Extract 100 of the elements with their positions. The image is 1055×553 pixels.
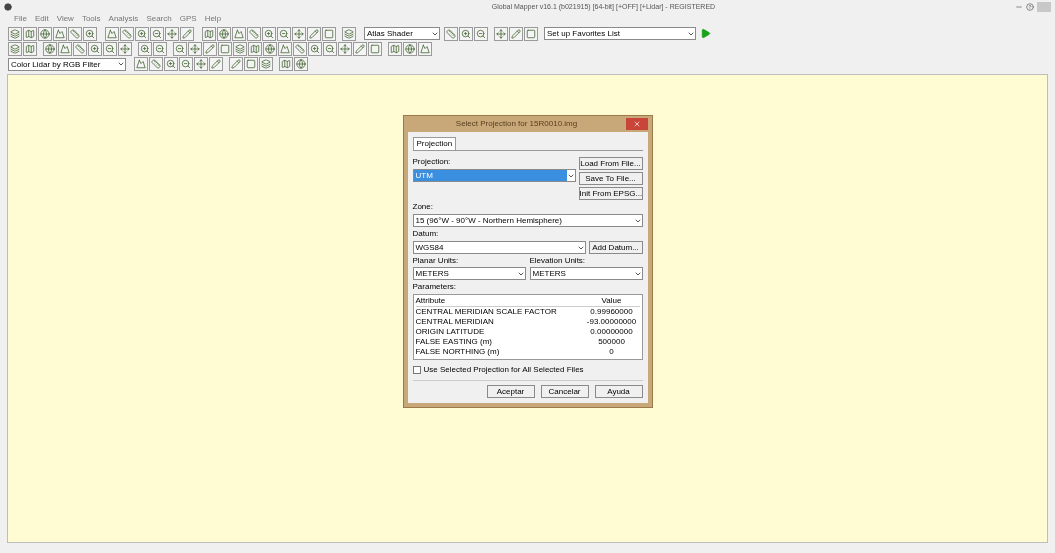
toolbar-button[interactable] [138,42,152,56]
toolbar-button[interactable] [88,42,102,56]
toolbar-button[interactable] [180,26,194,41]
toolbar-button[interactable] [262,26,276,41]
toolbar-button[interactable] [263,42,277,56]
map-canvas[interactable] [7,74,1048,543]
toolbar-button[interactable] [307,26,321,41]
lidar-dropdown[interactable]: Color Lidar by RGB Filter [8,57,126,71]
column-header: Attribute [415,295,447,306]
toolbar-button[interactable] [524,26,538,41]
toolbar-button[interactable] [103,42,117,56]
toolbar-button[interactable] [179,57,193,71]
menu-item[interactable]: File [14,14,27,24]
toolbar-button[interactable] [444,26,458,41]
toolbar-button[interactable] [308,42,322,56]
toolbar-button[interactable] [294,57,308,71]
datum-dropdown[interactable]: WGS84 [412,241,586,254]
dialog-button[interactable]: Aceptar [486,385,535,398]
menu-item[interactable]: Help [204,14,222,24]
toolbar-button[interactable] [23,42,37,56]
toolbar-button[interactable] [244,57,258,71]
toolbar-button[interactable] [134,57,148,71]
toolbar-button[interactable] [322,26,336,41]
toolbar-button[interactable] [153,42,167,56]
toolbar-button[interactable] [105,26,119,41]
table-cell-text: FALSE EASTING (m) [415,337,493,347]
toolbar-button[interactable] [459,26,473,41]
menu-item[interactable]: Edit [34,14,49,24]
toolbar-button[interactable] [58,42,72,56]
toolbar-button[interactable] [509,26,523,41]
toolbar-button[interactable] [323,42,337,56]
toolbar-button[interactable] [232,26,246,41]
toolbar-button[interactable] [229,57,243,71]
toolbar-button[interactable] [135,26,149,41]
toolbar-button[interactable] [474,26,488,41]
toolbar-button[interactable] [388,42,402,56]
toolbar-button[interactable] [23,26,37,41]
toolbar-button[interactable] [247,26,261,41]
planar-units-dropdown[interactable]: METERS [412,267,526,280]
toolbar-button[interactable] [342,26,356,41]
menu-item[interactable]: Tools [81,14,101,24]
toolbar-button[interactable] [118,42,132,56]
toolbar-button[interactable] [188,42,202,56]
toolbar-button[interactable] [233,42,247,56]
favorites-dropdown[interactable]: Set up Favorites List [544,27,696,40]
toolbar-button[interactable] [150,26,164,41]
toolbar-button[interactable] [202,26,216,41]
toolbar-button[interactable] [165,26,179,41]
toolbar-button[interactable] [279,57,293,71]
help-icon[interactable] [1026,3,1034,11]
play-icon[interactable] [700,28,711,39]
toolbar-button[interactable] [248,42,262,56]
field-label: Parameters: [412,282,458,292]
toolbar-button[interactable] [8,42,22,56]
toolbar-button[interactable] [43,42,57,56]
toolbar-button[interactable] [494,26,508,41]
toolbar-button[interactable] [194,57,208,71]
toolbar-button[interactable] [353,42,367,56]
toolbar-button[interactable] [403,42,417,56]
toolbar-button[interactable] [164,57,178,71]
table-cell-text: 0 [608,347,615,357]
dialog-button[interactable]: Add Datum... [588,241,643,254]
toolbar-button[interactable] [277,26,291,41]
toolbar-button[interactable] [38,26,52,41]
dialog-button[interactable]: Cancelar [540,385,589,398]
shader-dropdown[interactable]: Atlas Shader [364,27,440,40]
toolbar-button[interactable] [149,57,163,71]
menu-item[interactable]: View [56,14,74,24]
toolbar-button[interactable] [83,26,97,41]
toolbar-button[interactable] [203,42,217,56]
toolbar-button[interactable] [338,42,352,56]
dialog-button[interactable]: Init From EPSG... [578,187,643,200]
toolbar-button[interactable] [218,42,232,56]
menu-item[interactable]: Analysis [108,14,139,24]
dialog-tab[interactable]: Projection [412,137,457,150]
elevation-units-dropdown[interactable]: METERS [529,267,643,280]
checkbox-label: Use Selected Projection for All Selected Files [423,365,584,375]
table-cell-text: FALSE NORTHING (m) [415,347,501,357]
toolbar-button[interactable] [73,42,87,56]
toolbar-button[interactable] [368,42,382,56]
menu-item[interactable]: Search [146,14,172,24]
toolbar-button[interactable] [278,42,292,56]
zone-dropdown[interactable]: 15 (96°W - 90°W - Northern Hemisphere) [412,214,643,227]
toolbar-button[interactable] [418,42,432,56]
toolbar-button[interactable] [209,57,223,71]
toolbar-button[interactable] [292,26,306,41]
toolbar-button[interactable] [68,26,82,41]
close-button[interactable] [625,118,648,130]
checkbox[interactable] [412,366,421,374]
toolbar-button[interactable] [8,26,22,41]
toolbar-button[interactable] [53,26,67,41]
toolbar-button[interactable] [173,42,187,56]
dialog-button[interactable]: Save To File... [578,172,643,185]
menu-item[interactable]: GPS [179,14,197,24]
dialog-button[interactable]: Load From File... [578,157,643,170]
toolbar-button[interactable] [293,42,307,56]
toolbar-button[interactable] [120,26,134,41]
dialog-button[interactable]: Ayuda [594,385,643,398]
toolbar-button[interactable] [259,57,273,71]
toolbar-button[interactable] [217,26,231,41]
